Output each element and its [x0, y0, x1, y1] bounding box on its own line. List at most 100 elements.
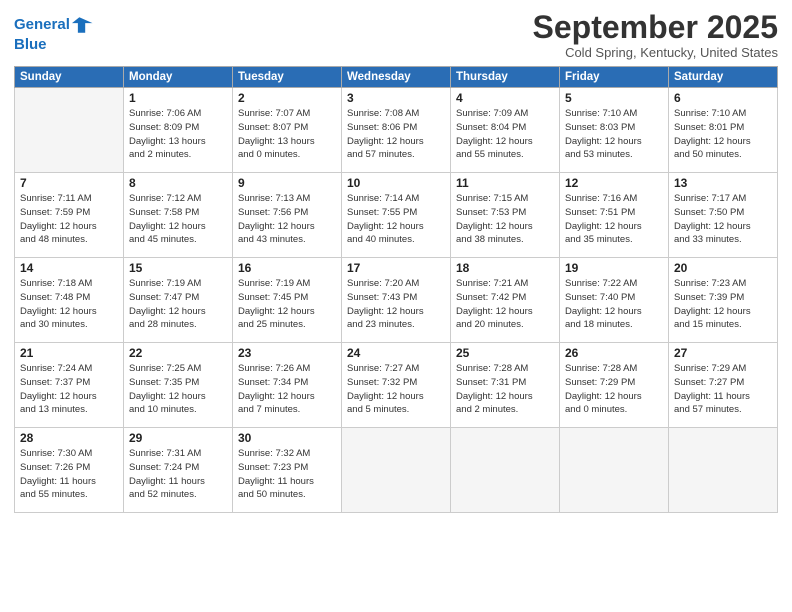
sun-info: Sunrise: 7:12 AMSunset: 7:58 PMDaylight:… [129, 192, 227, 247]
sun-info: Sunrise: 7:15 AMSunset: 7:53 PMDaylight:… [456, 192, 554, 247]
sun-info: Sunrise: 7:07 AMSunset: 8:07 PMDaylight:… [238, 107, 336, 162]
sun-info: Sunrise: 7:09 AMSunset: 8:04 PMDaylight:… [456, 107, 554, 162]
week-row-1: 7 Sunrise: 7:11 AMSunset: 7:59 PMDaylight… [15, 173, 778, 258]
calendar-cell: 22 Sunrise: 7:25 AMSunset: 7:35 PMDayligh… [124, 343, 233, 428]
sun-info: Sunrise: 7:10 AMSunset: 8:03 PMDaylight:… [565, 107, 663, 162]
calendar-cell: 16Sunrise: 7:19 AMSunset: 7:45 PMDayligh… [233, 258, 342, 343]
day-number: 7 [20, 176, 118, 190]
calendar-cell: 3 Sunrise: 7:08 AMSunset: 8:06 PMDaylight… [342, 88, 451, 173]
calendar-cell [560, 428, 669, 513]
sun-info: Sunrise: 7:32 AMSunset: 7:23 PMDaylight:… [238, 447, 336, 502]
month-title: September 2025 [533, 10, 778, 45]
calendar-cell: 9 Sunrise: 7:13 AMSunset: 7:56 PMDaylight… [233, 173, 342, 258]
day-number: 24 [347, 346, 445, 360]
calendar-cell: 14 Sunrise: 7:18 AMSunset: 7:48 PMDayligh… [15, 258, 124, 343]
calendar-cell: 23 Sunrise: 7:26 AMSunset: 7:34 PMDayligh… [233, 343, 342, 428]
sun-info: Sunrise: 7:20 AMSunset: 7:43 PMDaylight:… [347, 277, 445, 332]
sun-info: Sunrise: 7:17 AMSunset: 7:50 PMDaylight:… [674, 192, 772, 247]
day-number: 20 [674, 261, 772, 275]
calendar-cell: 10Sunrise: 7:14 AMSunset: 7:55 PMDayligh… [342, 173, 451, 258]
day-number: 1 [129, 91, 227, 105]
sun-info: Sunrise: 7:11 AMSunset: 7:59 PMDaylight:… [20, 192, 118, 247]
sun-info: Sunrise: 7:08 AMSunset: 8:06 PMDaylight:… [347, 107, 445, 162]
header-monday: Monday [124, 67, 233, 88]
header-saturday: Saturday [669, 67, 778, 88]
sun-info: Sunrise: 7:23 AMSunset: 7:39 PMDaylight:… [674, 277, 772, 332]
calendar-cell: 30 Sunrise: 7:32 AMSunset: 7:23 PMDayligh… [233, 428, 342, 513]
week-row-3: 21Sunrise: 7:24 AMSunset: 7:37 PMDayligh… [15, 343, 778, 428]
calendar-cell: 1Sunrise: 7:06 AMSunset: 8:09 PMDaylight… [124, 88, 233, 173]
day-number: 21 [20, 346, 118, 360]
day-number: 18 [456, 261, 554, 275]
day-number: 6 [674, 91, 772, 105]
sun-info: Sunrise: 7:31 AMSunset: 7:24 PMDaylight:… [129, 447, 227, 502]
logo-line2: Blue [14, 36, 47, 53]
calendar-cell: 15 Sunrise: 7:19 AMSunset: 7:47 PMDayligh… [124, 258, 233, 343]
day-number: 26 [565, 346, 663, 360]
calendar-cell: 17Sunrise: 7:20 AMSunset: 7:43 PMDayligh… [342, 258, 451, 343]
calendar-cell: 12Sunrise: 7:16 AMSunset: 7:51 PMDayligh… [560, 173, 669, 258]
sun-info: Sunrise: 7:13 AMSunset: 7:56 PMDaylight:… [238, 192, 336, 247]
calendar-cell: 19 Sunrise: 7:22 AMSunset: 7:40 PMDayligh… [560, 258, 669, 343]
day-number: 13 [674, 176, 772, 190]
week-row-0: 1Sunrise: 7:06 AMSunset: 8:09 PMDaylight… [15, 88, 778, 173]
header-thursday: Thursday [451, 67, 560, 88]
sun-info: Sunrise: 7:28 AMSunset: 7:31 PMDaylight:… [456, 362, 554, 417]
day-number: 16 [238, 261, 336, 275]
logo-icon [72, 14, 94, 36]
logo: General Blue [14, 14, 94, 54]
day-number: 4 [456, 91, 554, 105]
day-number: 12 [565, 176, 663, 190]
calendar-cell: 29 Sunrise: 7:31 AMSunset: 7:24 PMDayligh… [124, 428, 233, 513]
calendar-cell: 6 Sunrise: 7:10 AMSunset: 8:01 PMDaylight… [669, 88, 778, 173]
calendar-cell: 2 Sunrise: 7:07 AMSunset: 8:07 PMDaylight… [233, 88, 342, 173]
day-number: 29 [129, 431, 227, 445]
location: Cold Spring, Kentucky, United States [533, 45, 778, 60]
calendar-cell [451, 428, 560, 513]
calendar-cell: 8 Sunrise: 7:12 AMSunset: 7:58 PMDaylight… [124, 173, 233, 258]
sun-info: Sunrise: 7:27 AMSunset: 7:32 PMDaylight:… [347, 362, 445, 417]
calendar-cell [669, 428, 778, 513]
day-number: 3 [347, 91, 445, 105]
week-row-2: 14 Sunrise: 7:18 AMSunset: 7:48 PMDayligh… [15, 258, 778, 343]
sun-info: Sunrise: 7:18 AMSunset: 7:48 PMDaylight:… [20, 277, 118, 332]
week-row-4: 28Sunrise: 7:30 AMSunset: 7:26 PMDayligh… [15, 428, 778, 513]
day-number: 5 [565, 91, 663, 105]
day-number: 14 [20, 261, 118, 275]
day-number: 8 [129, 176, 227, 190]
header-wednesday: Wednesday [342, 67, 451, 88]
sun-info: Sunrise: 7:21 AMSunset: 7:42 PMDaylight:… [456, 277, 554, 332]
calendar-cell [15, 88, 124, 173]
day-number: 22 [129, 346, 227, 360]
sun-info: Sunrise: 7:30 AMSunset: 7:26 PMDaylight:… [20, 447, 118, 502]
day-number: 11 [456, 176, 554, 190]
day-number: 19 [565, 261, 663, 275]
calendar-cell [342, 428, 451, 513]
calendar-cell: 20 Sunrise: 7:23 AMSunset: 7:39 PMDayligh… [669, 258, 778, 343]
header-row: Sunday Monday Tuesday Wednesday Thursday… [15, 67, 778, 88]
day-number: 23 [238, 346, 336, 360]
calendar-cell: 21Sunrise: 7:24 AMSunset: 7:37 PMDayligh… [15, 343, 124, 428]
sun-info: Sunrise: 7:14 AMSunset: 7:55 PMDaylight:… [347, 192, 445, 247]
calendar-cell: 25Sunrise: 7:28 AMSunset: 7:31 PMDayligh… [451, 343, 560, 428]
calendar-cell: 5 Sunrise: 7:10 AMSunset: 8:03 PMDaylight… [560, 88, 669, 173]
sun-info: Sunrise: 7:22 AMSunset: 7:40 PMDaylight:… [565, 277, 663, 332]
header: General Blue September 2025 Cold Spring,… [14, 10, 778, 60]
header-sunday: Sunday [15, 67, 124, 88]
day-number: 2 [238, 91, 336, 105]
day-number: 9 [238, 176, 336, 190]
sun-info: Sunrise: 7:25 AMSunset: 7:35 PMDaylight:… [129, 362, 227, 417]
calendar-table: Sunday Monday Tuesday Wednesday Thursday… [14, 66, 778, 513]
calendar-cell: 24 Sunrise: 7:27 AMSunset: 7:32 PMDayligh… [342, 343, 451, 428]
calendar-cell: 7 Sunrise: 7:11 AMSunset: 7:59 PMDaylight… [15, 173, 124, 258]
sun-info: Sunrise: 7:19 AMSunset: 7:47 PMDaylight:… [129, 277, 227, 332]
header-tuesday: Tuesday [233, 67, 342, 88]
logo-text: General [14, 17, 70, 34]
calendar-cell: 4 Sunrise: 7:09 AMSunset: 8:04 PMDaylight… [451, 88, 560, 173]
calendar-cell: 28Sunrise: 7:30 AMSunset: 7:26 PMDayligh… [15, 428, 124, 513]
sun-info: Sunrise: 7:26 AMSunset: 7:34 PMDaylight:… [238, 362, 336, 417]
day-number: 30 [238, 431, 336, 445]
day-number: 15 [129, 261, 227, 275]
logo-line1: General [14, 16, 70, 33]
sun-info: Sunrise: 7:10 AMSunset: 8:01 PMDaylight:… [674, 107, 772, 162]
